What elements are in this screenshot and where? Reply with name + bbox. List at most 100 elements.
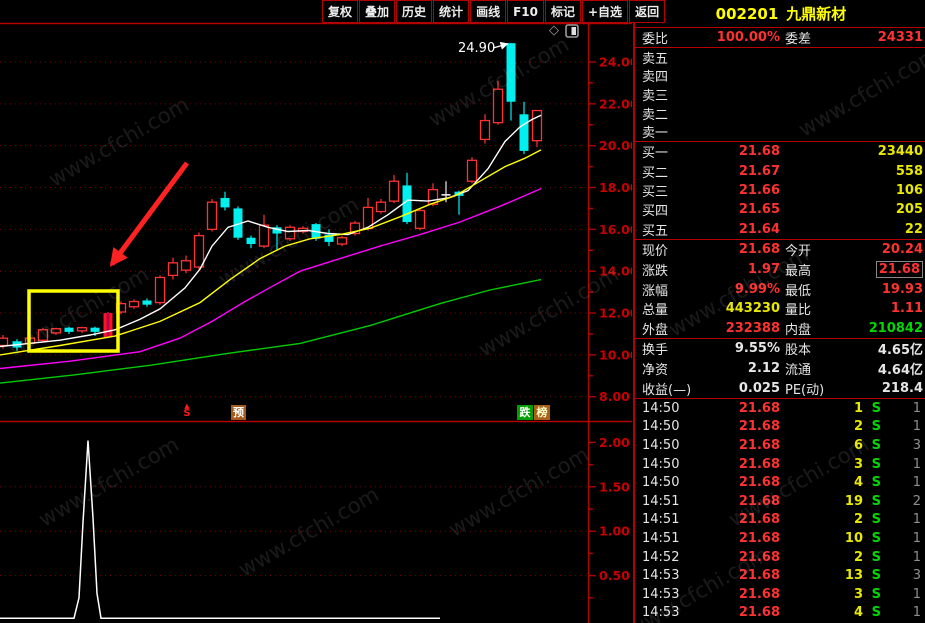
info-label: 量比: [785, 303, 812, 319]
candles-group: [0, 43, 543, 351]
main-chart-svg[interactable]: 24.90 24.00 22.00 20.00 18.00 16.00 14.00 12.0…: [0, 0, 632, 623]
toolbar-button-zixuan[interactable]: +自选: [582, 0, 629, 23]
yu-marker[interactable]: 预: [231, 405, 246, 420]
candle-signal-stripe: [106, 313, 110, 338]
stock-code: 002201: [715, 4, 779, 23]
die-marker[interactable]: 跌: [517, 405, 533, 420]
toolbar-button-tongji[interactable]: 统计: [433, 0, 470, 23]
tick-volume: 3: [853, 456, 863, 472]
tick-price: 21.68: [738, 530, 780, 546]
info-value: 4.65亿: [877, 343, 923, 359]
tick-row: 14:51 21.68 2 S 1: [635, 511, 925, 530]
info-row: 净资 2.12 流通 4.64亿: [635, 359, 925, 379]
tick-count: 1: [912, 400, 921, 416]
chart-window-controls: ◇: [549, 24, 579, 38]
signal-flag-marker[interactable]: ▲ S: [180, 402, 194, 419]
tick-time: 14:51: [642, 530, 680, 546]
price-axis-label: 20.00: [599, 138, 632, 153]
price-axis-label: 16.00: [599, 222, 632, 237]
tick-direction: S: [871, 475, 881, 491]
tick-direction: S: [871, 605, 881, 621]
sub-axis-label: 2.00: [599, 435, 630, 450]
tick-direction: S: [871, 493, 881, 509]
tick-volume: 10: [844, 530, 863, 546]
info-value: 1.97: [747, 261, 780, 277]
tick-price: 21.68: [738, 512, 780, 528]
ma-white-line: [0, 114, 542, 348]
toolbar-button-huaxian[interactable]: 画线: [470, 0, 507, 23]
toolbar-button-lishi[interactable]: 历史: [396, 0, 433, 23]
tick-direction: S: [871, 512, 881, 528]
candle-down: [220, 197, 230, 208]
tick-count: 1: [912, 549, 921, 565]
info-value: 9.99%: [734, 281, 780, 297]
info-value: 9.55%: [734, 341, 780, 357]
split-window-icon[interactable]: [565, 24, 579, 38]
info-value: 1.11: [890, 301, 923, 317]
info-label: 净资: [642, 363, 669, 379]
tick-price: 21.68: [738, 456, 780, 472]
info-label: 最高: [785, 263, 812, 279]
tick-price: 21.68: [738, 549, 780, 565]
tick-volume: 2: [853, 549, 863, 565]
tick-count: 1: [912, 512, 921, 528]
info-label: PE(动): [785, 382, 825, 398]
toolbar-button-fanhui[interactable]: 返回: [629, 0, 666, 23]
tick-list[interactable]: 14:50 21.68 1 S 1 14:50 21.68 2 S 1 14:50 21.68 6 S 3 1…: [635, 399, 925, 623]
sell-label: 卖五: [642, 51, 669, 67]
tick-volume: 3: [853, 586, 863, 602]
toolbar-button-f10[interactable]: F10: [507, 0, 544, 23]
candle-up: [0, 337, 9, 347]
tick-time: 14:50: [642, 400, 680, 416]
candle-up: [258, 224, 270, 247]
buy-row: 买四 21.65 205: [635, 201, 925, 219]
stock-title: 002201 九鼎新材: [635, 0, 925, 28]
sell-label: 卖三: [642, 88, 669, 104]
tick-volume: 19: [844, 493, 863, 509]
tick-direction: S: [871, 586, 881, 602]
candle-up: [154, 276, 166, 304]
stock-name: 九鼎新材: [786, 5, 847, 23]
weicha-value: 24331: [877, 30, 923, 45]
sub-axis-label: 1.00: [599, 524, 630, 539]
sell-label: 卖一: [642, 126, 669, 142]
info-row: 现价 21.68 今开 20.24: [635, 240, 925, 260]
weibi-value: 100.00%: [716, 30, 780, 45]
tick-direction: S: [871, 419, 881, 435]
tick-volume: 1: [853, 400, 863, 416]
toolbar-button-biaoji[interactable]: 标记: [544, 0, 581, 23]
tick-volume: 2: [853, 419, 863, 435]
info-row: 涨跌 1.97 最高 21.68: [635, 260, 925, 280]
buy-row: 买三 21.66 106: [635, 181, 925, 200]
tick-count: 1: [912, 475, 921, 491]
info-row: 收益(—) 0.025 PE(动) 218.4: [635, 378, 925, 398]
weibi-row: 委比 100.00% 委差 24331: [635, 28, 925, 48]
candle-up: [466, 159, 478, 182]
stock-info: 现价 21.68 今开 20.24 涨跌 1.97 最高 21.68 涨幅 9.99% 最低 19.9…: [635, 240, 925, 399]
chart-toolbar: 复权 叠加 历史 统计 画线 F10 标记 +自选 返回: [322, 0, 666, 23]
tick-time: 14:50: [642, 419, 680, 435]
tick-price: 21.68: [738, 475, 780, 491]
tick-direction: S: [871, 456, 881, 472]
peak-price-label: 24.90: [458, 41, 495, 56]
buy-row: 买二 21.67 558: [635, 162, 925, 181]
buy-price: 21.64: [738, 221, 780, 237]
candle-up: [167, 262, 179, 277]
info-value: 218.4: [881, 380, 923, 396]
sub-axis-label: 0.50: [599, 568, 630, 583]
tick-time: 14:50: [642, 437, 680, 453]
quote-panel: 002201 九鼎新材 委比 100.00% 委差 24331 卖五 卖四 卖三 卖二…: [633, 0, 925, 623]
bang-marker[interactable]: 榜: [534, 405, 550, 420]
toolbar-button-diejia[interactable]: 叠加: [359, 0, 396, 23]
sub-indicator-line: [0, 440, 440, 619]
candle-up: [336, 237, 348, 245]
tick-count: 1: [912, 586, 921, 602]
tick-row: 14:51 21.68 19 S 2: [635, 492, 925, 511]
toolbar-button-fuquan[interactable]: 复权: [322, 0, 359, 23]
buy-price: 21.67: [738, 163, 780, 179]
info-label: 股本: [785, 343, 812, 359]
info-value: 21.68: [875, 260, 923, 278]
diamond-icon[interactable]: ◇: [549, 24, 559, 38]
info-label: 总量: [642, 303, 669, 319]
price-axis-label: 14.00: [599, 264, 632, 279]
